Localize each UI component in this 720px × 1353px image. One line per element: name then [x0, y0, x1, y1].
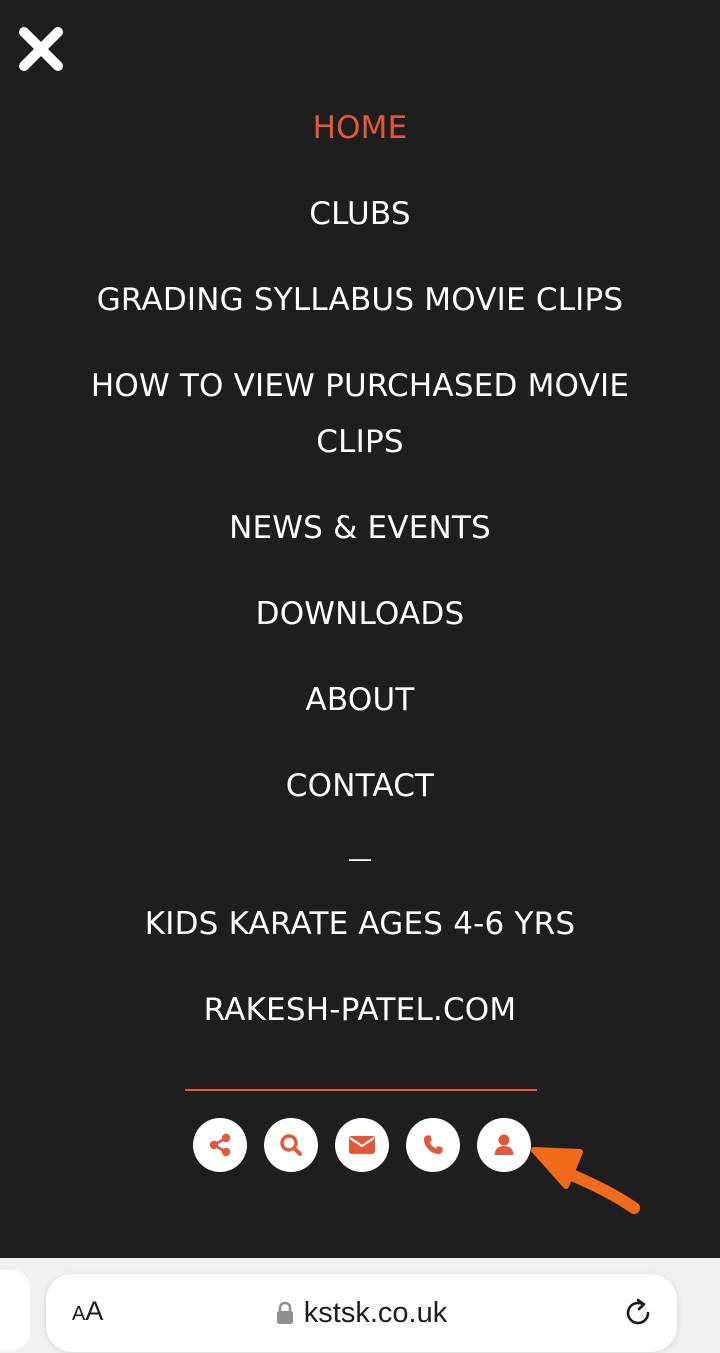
nav-item-how-to-view[interactable]: HOW TO VIEW PURCHASED MOVIE CLIPS — [0, 358, 720, 470]
mobile-menu-screen: HOME CLUBS GRADING SYLLABUS MOVIE CLIPS … — [0, 0, 720, 1353]
nav-item-clubs[interactable]: CLUBS — [0, 186, 720, 242]
menu-divider-line — [185, 1089, 537, 1091]
email-button[interactable] — [335, 1118, 389, 1172]
search-button[interactable] — [264, 1118, 318, 1172]
nav-item-downloads[interactable]: DOWNLOADS — [0, 586, 720, 642]
close-menu-button[interactable] — [14, 22, 68, 76]
lock-icon — [276, 1301, 293, 1324]
annotation-arrow — [531, 1147, 640, 1214]
url-display[interactable]: kstsk.co.uk — [46, 1274, 677, 1352]
url-text: kstsk.co.uk — [303, 1296, 448, 1329]
nav-item-rakesh-patel[interactable]: RAKESH-PATEL.COM — [0, 982, 720, 1038]
nav-item-kids-karate[interactable]: KIDS KARATE AGES 4-6 YRS — [0, 896, 720, 952]
nav-item-about[interactable]: ABOUT — [0, 672, 720, 728]
nav-item-contact[interactable]: CONTACT — [0, 758, 720, 814]
share-button[interactable] — [193, 1118, 247, 1172]
reload-button[interactable] — [621, 1296, 655, 1330]
address-bar[interactable]: AA kstsk.co.uk — [46, 1274, 677, 1352]
user-icon — [494, 1134, 514, 1155]
main-nav-menu: HOME CLUBS GRADING SYLLABUS MOVIE CLIPS … — [0, 100, 720, 1068]
envelope-icon — [349, 1136, 375, 1154]
menu-separator: — — [348, 845, 372, 873]
nav-item-news-events[interactable]: NEWS & EVENTS — [0, 500, 720, 556]
previous-tab-peek[interactable] — [0, 1270, 30, 1350]
nav-item-home[interactable]: HOME — [0, 100, 720, 156]
action-icon-row — [193, 1118, 531, 1172]
browser-toolbar: AA kstsk.co.uk — [0, 1258, 720, 1353]
close-icon — [19, 27, 63, 71]
nav-item-grading-syllabus[interactable]: GRADING SYLLABUS MOVIE CLIPS — [0, 272, 720, 328]
search-icon — [280, 1134, 302, 1156]
reload-icon — [626, 1298, 650, 1325]
phone-button[interactable] — [406, 1118, 460, 1172]
phone-icon — [424, 1135, 443, 1154]
share-icon — [209, 1133, 231, 1157]
